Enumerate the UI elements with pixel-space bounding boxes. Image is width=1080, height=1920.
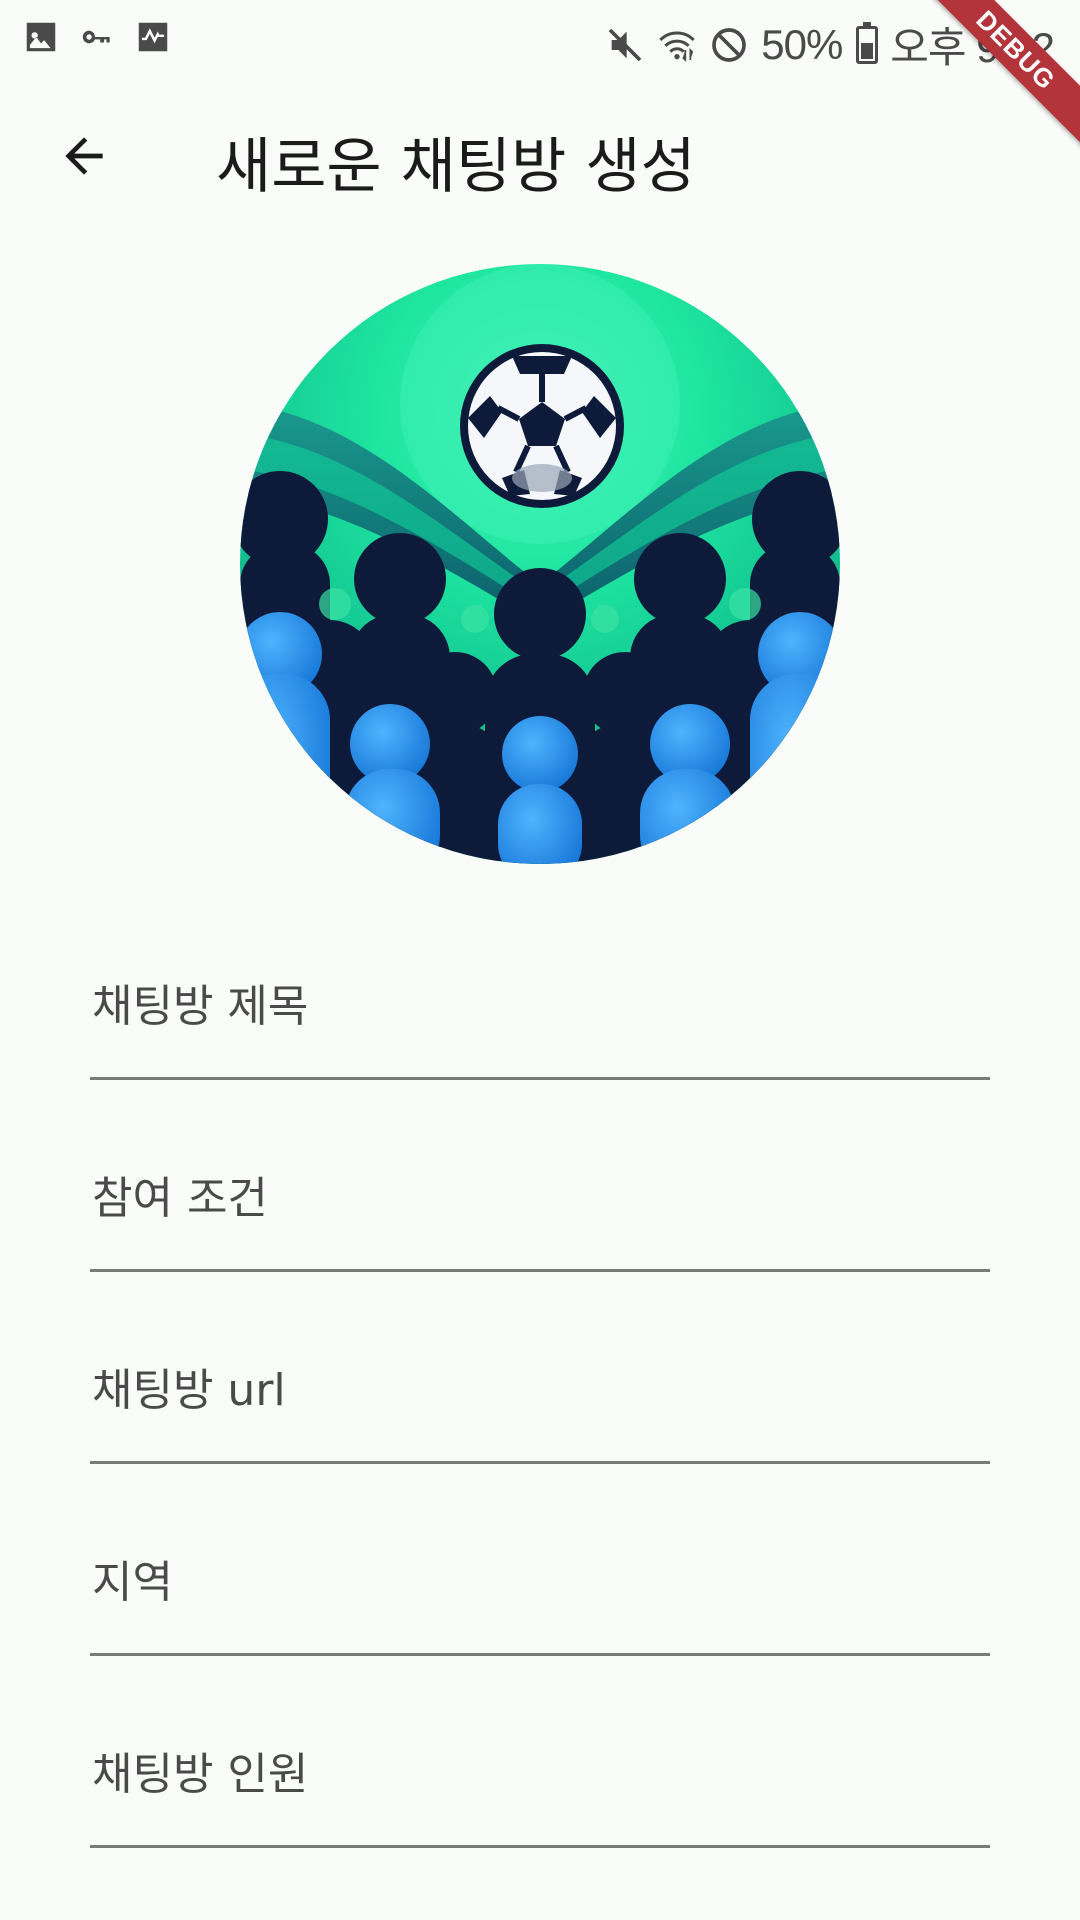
battery-percent: 50%	[761, 20, 843, 68]
region-label: 지역	[92, 1557, 173, 1608]
member-count-field[interactable]: 채팅방 인원	[90, 1698, 990, 1848]
region-field[interactable]: 지역	[90, 1506, 990, 1656]
battery-icon	[856, 21, 879, 64]
chatroom-title-label: 채팅방 제목	[92, 981, 309, 1032]
chatroom-url-field[interactable]: 채팅방 url	[90, 1314, 990, 1464]
member-count-label: 채팅방 인원	[92, 1749, 309, 1800]
chatroom-image-picker[interactable]	[240, 264, 840, 864]
soccer-crowd-image	[240, 264, 840, 864]
chatroom-title-field[interactable]: 채팅방 제목	[90, 930, 990, 1080]
arrow-back-icon	[65, 137, 103, 175]
key-icon	[82, 30, 110, 44]
app-bar: 새로운 채팅방 생성	[0, 80, 1080, 230]
participation-condition-label: 참여 조건	[92, 1173, 268, 1224]
do-not-disturb-icon	[712, 27, 747, 62]
activity-icon	[138, 22, 168, 52]
image-notification-icon	[26, 22, 56, 52]
back-button[interactable]	[44, 116, 124, 196]
notification-icons	[22, 18, 172, 56]
region-input[interactable]	[90, 1506, 990, 1653]
create-chatroom-screen: 50% 오후 9:22 DEBUG 새로운 채팅방 생성 채팅방 제목 참여 조…	[0, 0, 1080, 1920]
participation-condition-field[interactable]: 참여 조건	[90, 1122, 990, 1272]
status-bar: 50% 오후 9:22	[0, 0, 1080, 76]
page-title: 새로운 채팅방 생성	[216, 132, 696, 202]
wifi-icon	[659, 31, 695, 62]
mute-icon	[608, 28, 642, 61]
chatroom-url-label: 채팅방 url	[92, 1365, 286, 1416]
